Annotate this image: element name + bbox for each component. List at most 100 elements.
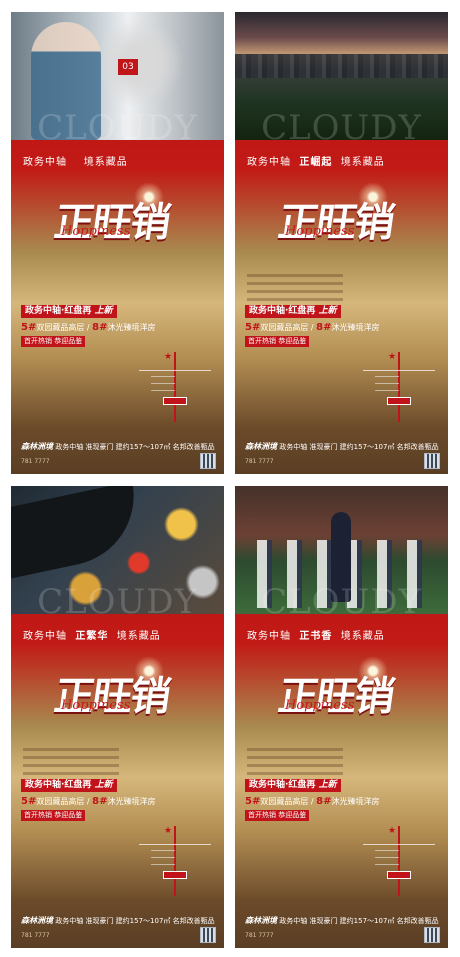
ribbon-text: 政务中轴·红盘再 [249, 306, 316, 316]
hotline: 781 7777 [21, 458, 50, 465]
hotline: 781 7777 [245, 932, 274, 939]
ribbon-text: 政务中轴·红盘再 [25, 780, 92, 790]
map-labels [151, 376, 175, 397]
map-road-horizontal [363, 370, 435, 371]
poster-2: CLOUDY 政务中轴 正崛起 境系藏品 正旺销 Hoppiness 政务中轴·… [235, 12, 448, 474]
qr-code-icon [424, 453, 440, 469]
skyline-buildings [235, 54, 448, 78]
main-title: 正旺销 [51, 673, 172, 720]
main-title: 正旺销 [275, 673, 396, 720]
map-project-marker [387, 871, 411, 879]
ribbon-highlight: 上新 [318, 780, 337, 790]
product-line: 5#双园藏品高层 / 8#沐光臻境洋房 [245, 796, 379, 807]
counter-number-badge: 03 [118, 59, 138, 75]
red-ribbon: 政务中轴·红盘再 上新 [21, 779, 117, 792]
footer-tagline: 森林洲境 政务中轴 准现豪门 建约157～107㎡ 名邦改善甄品 [21, 441, 215, 452]
brand-name: 森林洲境 [245, 442, 277, 451]
map-project-marker [163, 871, 187, 879]
slogan: 政务中轴 正崛起 境系藏品 [247, 153, 385, 168]
red-ribbon: 政务中轴·红盘再 上新 [245, 779, 341, 792]
footer-tagline: 森林洲境 政务中轴 准现豪门 建约157～107㎡ 名邦改善甄品 [245, 441, 439, 452]
fine-print-lines [247, 748, 343, 780]
building-8-desc: 沐光臻境洋房 [107, 323, 156, 332]
red-ribbon: 政务中轴·红盘再 上新 [21, 305, 117, 318]
brand-name: 森林洲境 [245, 916, 277, 925]
slogan-part-b: 境系藏品 [340, 631, 385, 642]
fine-print-lines [247, 274, 343, 306]
building-5-desc: 双园藏品高层 / [36, 323, 93, 332]
product-line: 5#双园藏品高层 / 8#沐光臻境洋房 [245, 322, 379, 333]
slogan-part-a: 政务中轴 [247, 157, 291, 168]
location-star-icon: ★ [388, 826, 397, 836]
map-road-horizontal [139, 844, 211, 845]
map-labels [151, 850, 175, 871]
building-5-number: 5# [245, 796, 261, 807]
qr-code-icon [424, 927, 440, 943]
poster-1: 03 CLOUDY 政务中轴 境系藏品 正旺销 Hoppiness 政务中轴·红… [11, 12, 224, 474]
map-labels [375, 850, 399, 871]
brand-name: 森林洲境 [21, 916, 53, 925]
building-8-number: 8# [316, 322, 332, 333]
product-line: 5#双园藏品高层 / 8#沐光臻境洋房 [21, 796, 155, 807]
ribbon-text: 政务中轴·红盘再 [249, 780, 316, 790]
hotline: 781 7777 [245, 458, 274, 465]
building-8-desc: 沐光臻境洋房 [331, 323, 380, 332]
slogan: 政务中轴 正繁华 境系藏品 [23, 627, 161, 642]
footer-text: 政务中轴 准现豪门 建约157～107㎡ 名邦改善甄品 [277, 917, 439, 925]
slogan-part-b: 境系藏品 [83, 157, 128, 168]
slogan-part-b: 境系藏品 [340, 157, 385, 168]
red-ribbon: 政务中轴·红盘再 上新 [245, 305, 341, 318]
building-8-number: 8# [316, 796, 332, 807]
location-star-icon: ★ [164, 352, 173, 362]
footer-text: 政务中轴 准现豪门 建约157～107㎡ 名邦改善甄品 [53, 443, 215, 451]
opening-tag: 首开热销 恭迎品鉴 [245, 810, 310, 821]
building-5-number: 5# [21, 796, 37, 807]
building-5-number: 5# [245, 322, 261, 333]
main-title: 正旺销 [51, 199, 172, 246]
product-line: 5#双园藏品高层 / 8#沐光臻境洋房 [21, 322, 155, 333]
poster-3: CLOUDY 政务中轴 正繁华 境系藏品 正旺销 Hoppiness 政务中轴·… [11, 486, 224, 948]
umbrella-shape [11, 486, 147, 581]
footer-text: 政务中轴 准现豪门 建约157～107㎡ 名邦改善甄品 [277, 443, 439, 451]
building-5-desc: 双园藏品高层 / [260, 797, 317, 806]
map-labels [375, 376, 399, 397]
building-8-desc: 沐光臻境洋房 [107, 797, 156, 806]
building-8-number: 8# [92, 322, 108, 333]
ribbon-highlight: 上新 [318, 306, 337, 316]
watermark-text: CLOUDY [261, 108, 422, 148]
brand-name: 森林洲境 [21, 442, 53, 451]
footer-tagline: 森林洲境 政务中轴 准现豪门 建约157～107㎡ 名邦改善甄品 [245, 915, 439, 926]
building-5-number: 5# [21, 322, 37, 333]
map-road-horizontal [363, 844, 435, 845]
map-road-horizontal [139, 370, 211, 371]
building-5-desc: 双园藏品高层 / [260, 323, 317, 332]
watermark-text: CLOUDY [261, 582, 422, 622]
ribbon-highlight: 上新 [94, 306, 113, 316]
footer-tagline: 森林洲境 政务中轴 准现豪门 建约157～107㎡ 名邦改善甄品 [21, 915, 215, 926]
main-title: 正旺销 [275, 199, 396, 246]
poster-4: CLOUDY 政务中轴 正书香 境系藏品 正旺销 Hoppiness 政务中轴·… [235, 486, 448, 948]
slogan: 政务中轴 境系藏品 [23, 153, 128, 168]
ribbon-highlight: 上新 [94, 780, 113, 790]
hotline: 781 7777 [21, 932, 50, 939]
map-project-marker [163, 397, 187, 405]
footer-text: 政务中轴 准现豪门 建约157～107㎡ 名邦改善甄品 [53, 917, 215, 925]
slogan-part-a: 政务中轴 [247, 631, 291, 642]
script-signature: Hoppiness [285, 698, 355, 713]
map-project-marker [387, 397, 411, 405]
slogan-part-a: 政务中轴 [23, 631, 67, 642]
ribbon-text: 政务中轴·红盘再 [25, 306, 92, 316]
script-signature: Hoppiness [61, 224, 131, 239]
location-star-icon: ★ [388, 352, 397, 362]
watermark-text: CLOUDY [37, 108, 198, 148]
slogan-emphasis: 正繁华 [75, 631, 109, 642]
building-5-desc: 双园藏品高层 / [36, 797, 93, 806]
slogan-emphasis: 正崛起 [299, 157, 333, 168]
slogan-part-b: 境系藏品 [116, 631, 161, 642]
location-star-icon: ★ [164, 826, 173, 836]
script-signature: Hoppiness [61, 698, 131, 713]
building-8-number: 8# [92, 796, 108, 807]
building-8-desc: 沐光臻境洋房 [331, 797, 380, 806]
opening-tag: 首开热销 恭迎品鉴 [21, 810, 86, 821]
qr-code-icon [200, 453, 216, 469]
